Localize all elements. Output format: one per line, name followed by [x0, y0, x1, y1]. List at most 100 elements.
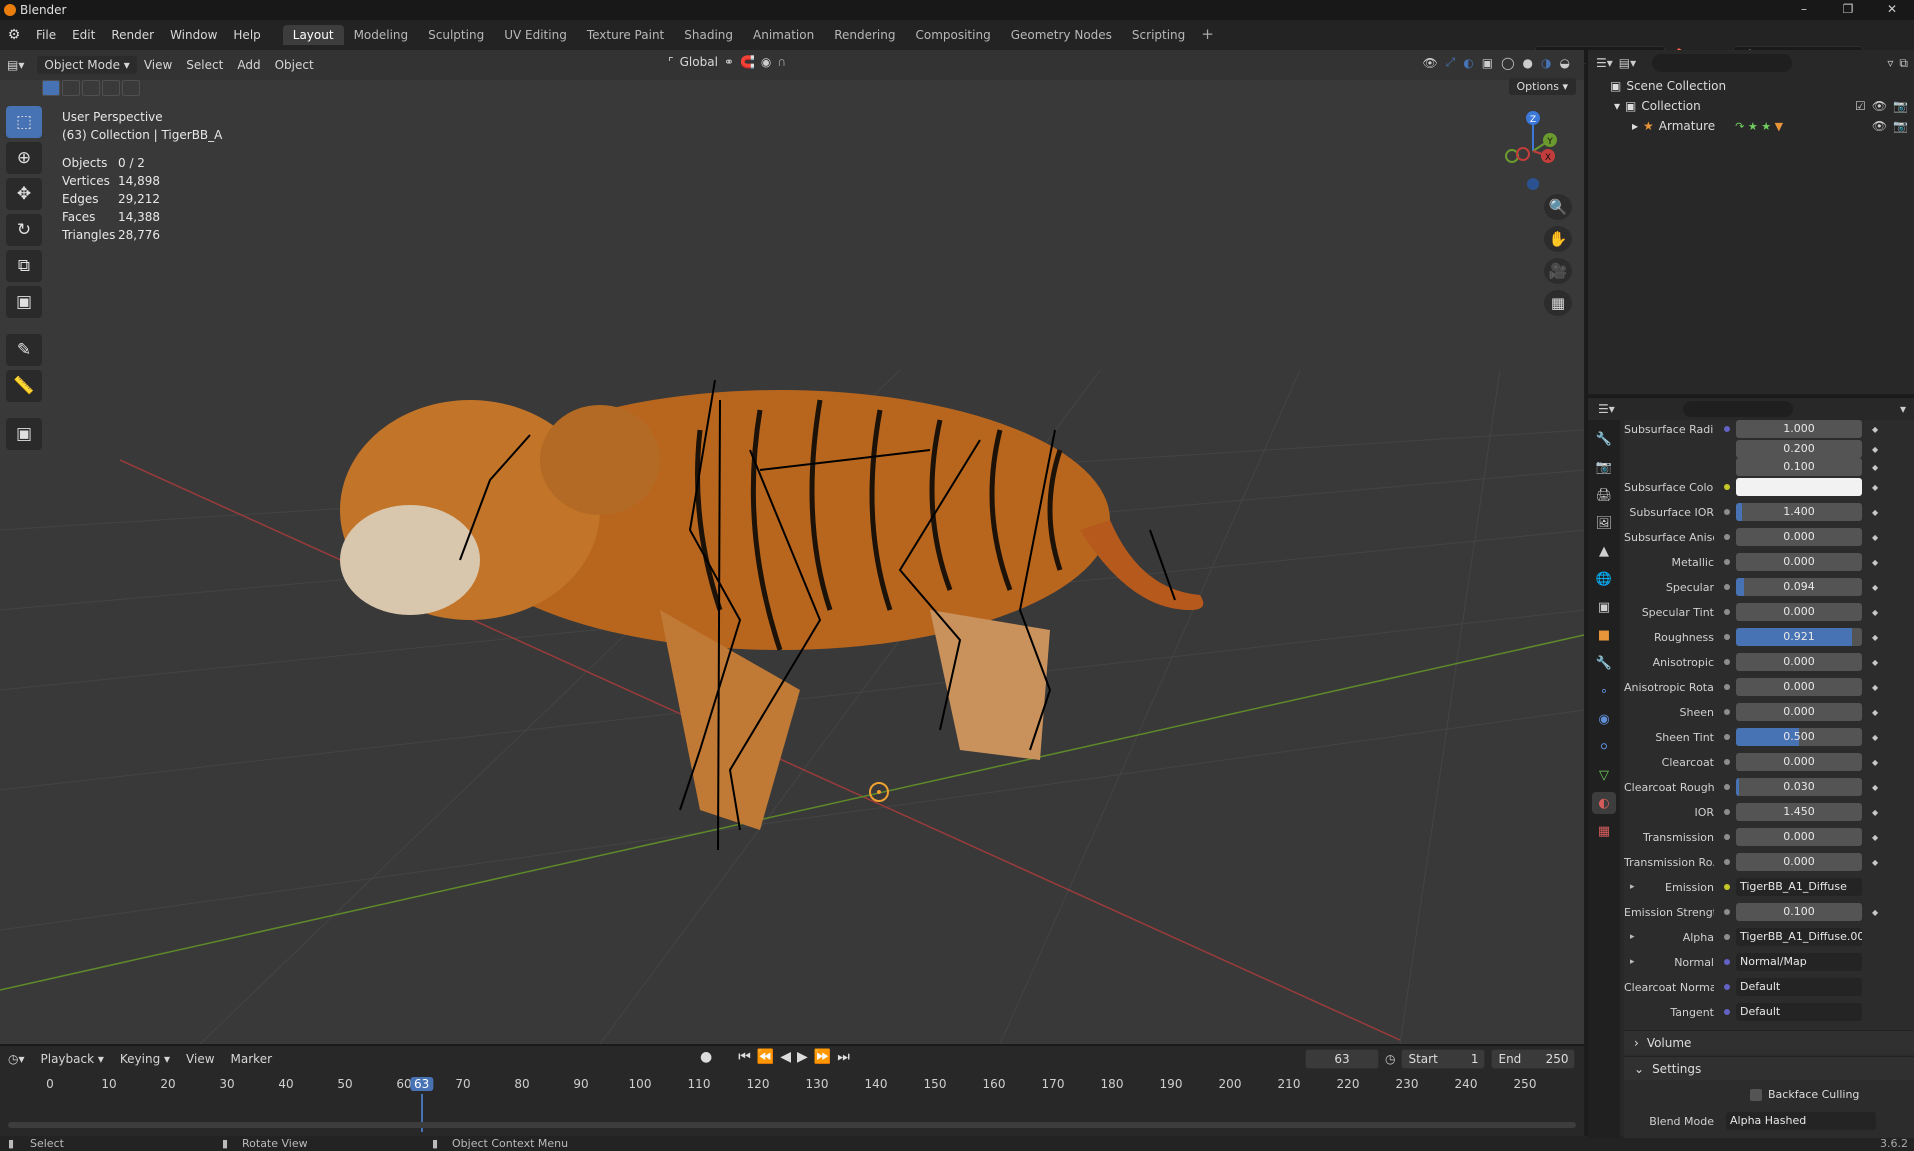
object-tab-icon[interactable]: ■ [1592, 624, 1616, 646]
constraints-tab-icon[interactable]: ⚪ [1592, 736, 1616, 758]
subsurface-radius-z[interactable]: 0.100 [1736, 458, 1862, 476]
blender-menu-icon[interactable]: ⚙ [0, 27, 28, 43]
eye-icon[interactable]: 👁 [1872, 119, 1887, 133]
tab-shading[interactable]: Shading [674, 25, 743, 45]
texture-tab-icon[interactable]: ▦ [1592, 820, 1616, 842]
modifier-tab-icon[interactable]: 🔧 [1592, 652, 1616, 674]
data-tab-icon[interactable]: ▽ [1592, 764, 1616, 786]
cursor-icon[interactable]: ⊕ [6, 142, 42, 174]
property-value-field[interactable]: Default [1736, 978, 1862, 996]
play-icon[interactable]: ▶ [797, 1049, 808, 1065]
exclude-checkbox-icon[interactable]: ☑ [1855, 99, 1866, 113]
end-frame-field[interactable]: End 250 [1491, 1049, 1576, 1069]
jump-end-icon[interactable]: ⏭ [837, 1049, 850, 1065]
property-value-field[interactable]: 0.000 [1736, 528, 1862, 546]
socket-icon[interactable] [1724, 709, 1730, 715]
menu-file[interactable]: File [28, 28, 64, 42]
tab-modeling[interactable]: Modeling [344, 25, 419, 45]
tab-layout[interactable]: Layout [282, 25, 344, 45]
keyframe-icon[interactable]: ◆ [1872, 808, 1878, 817]
property-value-field[interactable]: 0.000 [1736, 828, 1862, 846]
socket-icon[interactable] [1724, 584, 1730, 590]
menu-render[interactable]: Render [103, 28, 162, 42]
current-frame-field[interactable]: 63 [1305, 1049, 1379, 1069]
wireframe-shading-icon[interactable]: ◯ [1501, 56, 1514, 70]
socket-icon[interactable] [1724, 934, 1730, 940]
keyframe-icon[interactable]: ◆ [1872, 908, 1878, 917]
keyframe-icon[interactable]: ◆ [1872, 658, 1878, 667]
current-frame-indicator[interactable]: 63 [410, 1077, 434, 1091]
rendered-shading-icon[interactable]: ◒ [1560, 56, 1570, 70]
expand-socket-icon[interactable]: ▸ [1630, 882, 1635, 892]
tab-rendering[interactable]: Rendering [824, 25, 905, 45]
minimize-icon[interactable]: – [1782, 0, 1826, 20]
timeline-editor-type-icon[interactable]: ◷▾ [0, 1050, 33, 1068]
settings-panel-header[interactable]: ⌄ Settings [1624, 1056, 1914, 1080]
expand-arrow-icon[interactable]: ▸ [1632, 119, 1638, 133]
menu-select[interactable]: Select [179, 56, 230, 74]
menu-add[interactable]: Add [230, 56, 267, 74]
property-value-field[interactable]: 0.000 [1736, 753, 1862, 771]
backface-culling-row[interactable]: Backface Culling [1750, 1088, 1859, 1101]
solid-shading-icon[interactable]: ● [1523, 56, 1533, 70]
play-reverse-icon[interactable]: ◀ [780, 1049, 791, 1065]
select-extend-icon[interactable] [62, 80, 80, 96]
property-value-field[interactable]: 1.450 [1736, 803, 1862, 821]
socket-icon[interactable] [1724, 759, 1730, 765]
socket-icon[interactable] [1724, 1009, 1730, 1015]
neg-z-axis-icon[interactable] [1527, 178, 1539, 190]
tab-uv-editing[interactable]: UV Editing [494, 25, 577, 45]
properties-search-input[interactable] [1682, 401, 1793, 417]
clock-icon[interactable]: ◷ [1385, 1052, 1395, 1066]
new-collection-icon[interactable]: ⧉ [1899, 56, 1908, 71]
property-value-field[interactable]: Default [1736, 1003, 1862, 1021]
view-layer-tab-icon[interactable]: 🖼 [1592, 512, 1616, 534]
subsurface-radius-x[interactable]: 1.000 [1736, 420, 1862, 438]
outliner-row-armature[interactable]: ▸ ★ Armature ↷ ★ ★ ▼ 👁 📷 [1588, 116, 1914, 136]
move-icon[interactable]: ✥ [6, 178, 42, 210]
measure-icon[interactable]: 📏 [6, 370, 42, 402]
socket-icon[interactable] [1724, 684, 1730, 690]
properties-options-icon[interactable]: ▾ [1900, 402, 1906, 416]
keyframe-icon[interactable]: ◆ [1872, 708, 1878, 717]
orientation-dropdown[interactable]: Global [680, 55, 718, 69]
keyframe-icon[interactable]: ◆ [1872, 583, 1878, 592]
overlay-toggle-icon[interactable]: ◐ [1463, 56, 1473, 70]
navigation-gizmo[interactable]: Z Y X [1488, 106, 1578, 196]
expand-socket-icon[interactable]: ▸ [1630, 957, 1635, 967]
socket-icon[interactable] [1724, 559, 1730, 565]
keyframe-icon[interactable]: ◆ [1872, 425, 1878, 434]
record-icon[interactable]: ● [700, 1049, 712, 1065]
world-tab-icon[interactable]: 🌐 [1592, 568, 1616, 590]
camera-icon[interactable]: 📷 [1893, 99, 1908, 113]
property-value-field[interactable]: 0.000 [1736, 678, 1862, 696]
editor-type-icon[interactable]: ▤▾ [0, 56, 31, 74]
tiger-model[interactable] [340, 379, 1204, 851]
property-value-field[interactable]: TigerBB_A1_Diffuse.001 [1736, 928, 1862, 946]
tab-texture-paint[interactable]: Texture Paint [577, 25, 674, 45]
scene-tab-icon[interactable]: ▲ [1592, 540, 1616, 562]
keyframe-icon[interactable]: ◆ [1872, 558, 1878, 567]
transform-icon[interactable]: ▣ [6, 286, 42, 318]
property-value-field[interactable]: 0.100 [1736, 903, 1862, 921]
properties-editor-type-icon[interactable]: ☰▾ [1598, 402, 1615, 416]
camera-icon[interactable]: 📷 [1893, 119, 1908, 133]
keyframe-icon[interactable]: ◆ [1872, 633, 1878, 642]
render-tab-icon[interactable]: 📷 [1592, 456, 1616, 478]
socket-icon[interactable] [1724, 659, 1730, 665]
property-value-field[interactable]: 0.500 [1736, 728, 1862, 746]
mode-dropdown[interactable]: Object Mode ▾ [37, 56, 137, 74]
socket-icon[interactable] [1724, 634, 1730, 640]
add-cube-icon[interactable]: ▣ [6, 418, 42, 450]
select-new-icon[interactable] [42, 80, 60, 96]
display-mode-icon[interactable]: ▤▾ [1619, 56, 1636, 70]
visibility-icon[interactable]: 👁 [1422, 56, 1437, 70]
property-value-field[interactable]: TigerBB_A1_Diffuse [1736, 878, 1862, 896]
property-value-field[interactable]: 0.000 [1736, 703, 1862, 721]
socket-icon[interactable] [1724, 426, 1730, 432]
socket-icon[interactable] [1724, 509, 1730, 515]
socket-icon[interactable] [1724, 734, 1730, 740]
pan-hand-icon[interactable]: ✋ [1544, 226, 1572, 252]
property-value-field[interactable]: 1.400 [1736, 503, 1862, 521]
property-value-field[interactable]: 0.000 [1736, 653, 1862, 671]
